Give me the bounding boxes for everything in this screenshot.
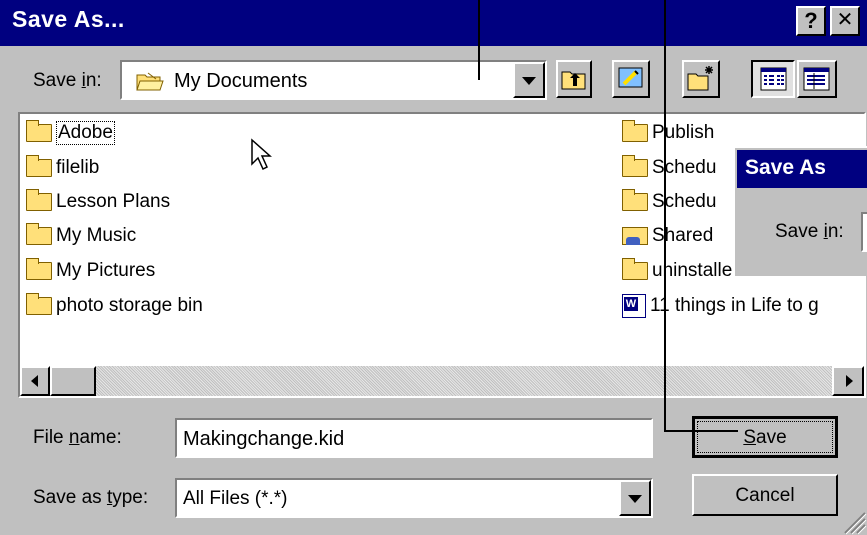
overlay-save-in-combo[interactable] [861, 212, 867, 252]
resize-grip-icon[interactable] [841, 509, 867, 535]
folder-icon [26, 189, 52, 211]
file-name-label: File name: [33, 427, 122, 448]
list-view-icon [760, 67, 787, 91]
overlay-save-in-label: Save in: [775, 221, 844, 242]
list-item[interactable]: Publish [622, 118, 714, 148]
desktop-icon [618, 67, 643, 88]
shared-folder-icon [622, 225, 648, 247]
save-in-dropdown-button[interactable] [513, 62, 545, 98]
callout-line [664, 430, 738, 432]
up-one-level-button[interactable] [556, 60, 592, 98]
up-folder-icon [561, 71, 586, 90]
scroll-left-button[interactable] [20, 366, 50, 396]
overlay-save-as-dialog[interactable]: Save As Save in: [733, 146, 867, 276]
chevron-down-icon [522, 77, 536, 85]
save-in-label: Save in: [33, 70, 102, 91]
create-new-folder-button[interactable] [682, 60, 720, 98]
list-view-button[interactable] [751, 60, 795, 98]
folder-icon [26, 120, 52, 142]
list-item[interactable]: My Music [26, 221, 136, 251]
chevron-right-icon [846, 375, 853, 387]
file-name-input[interactable]: Makingchange.kid [175, 418, 653, 458]
list-item[interactable]: Shared [622, 221, 713, 251]
list-item[interactable]: filelib [26, 153, 99, 183]
open-folder-icon [136, 71, 164, 91]
save-in-value: My Documents [174, 70, 308, 92]
folder-icon [26, 258, 52, 280]
folder-icon [622, 120, 648, 142]
save-as-type-dropdown-button[interactable] [619, 480, 651, 516]
chevron-down-icon [628, 495, 642, 503]
list-item[interactable]: My Pictures [26, 256, 155, 286]
list-item[interactable]: Lesson Plans [26, 187, 170, 217]
word-document-icon [622, 294, 646, 318]
list-item[interactable]: Schedu [622, 153, 716, 183]
horizontal-scrollbar[interactable] [20, 366, 864, 396]
cancel-button[interactable]: Cancel [692, 474, 838, 516]
mouse-pointer-icon [251, 138, 272, 171]
overlay-title-bar[interactable]: Save As [737, 150, 867, 188]
list-item[interactable]: photo storage bin [26, 291, 203, 321]
close-button[interactable]: ✕ [830, 6, 860, 36]
folder-icon [622, 258, 648, 280]
callout-line [664, 0, 666, 432]
folder-icon [26, 293, 52, 315]
scroll-thumb[interactable] [50, 366, 96, 396]
folder-icon [26, 155, 52, 177]
save-in-combo[interactable]: My Documents [120, 60, 547, 100]
save-as-dialog: Save As... ? ✕ Save in: My Documents Ado… [0, 0, 867, 535]
list-item[interactable]: Schedu [622, 187, 716, 217]
details-view-icon [803, 67, 830, 91]
scroll-track[interactable] [96, 366, 832, 396]
overlay-title: Save As [745, 156, 826, 179]
callout-line [478, 0, 480, 80]
folder-icon [622, 155, 648, 177]
folder-icon [622, 189, 648, 211]
title-bar[interactable]: Save As... ? ✕ [0, 0, 867, 46]
save-button[interactable]: Save [692, 416, 838, 458]
save-as-type-label: Save as type: [33, 487, 149, 508]
list-item[interactable]: Adobe [26, 118, 115, 148]
folder-icon [26, 223, 52, 245]
scroll-right-button[interactable] [832, 366, 864, 396]
new-folder-icon [687, 66, 713, 91]
details-view-button[interactable] [797, 60, 837, 98]
list-item[interactable]: 11 things in Life to g [622, 291, 819, 321]
save-as-type-combo[interactable]: All Files (*.*) [175, 478, 653, 518]
window-title: Save As... [12, 6, 125, 32]
help-button[interactable]: ? [796, 6, 826, 36]
chevron-left-icon [31, 375, 38, 387]
desktop-button[interactable] [612, 60, 650, 98]
